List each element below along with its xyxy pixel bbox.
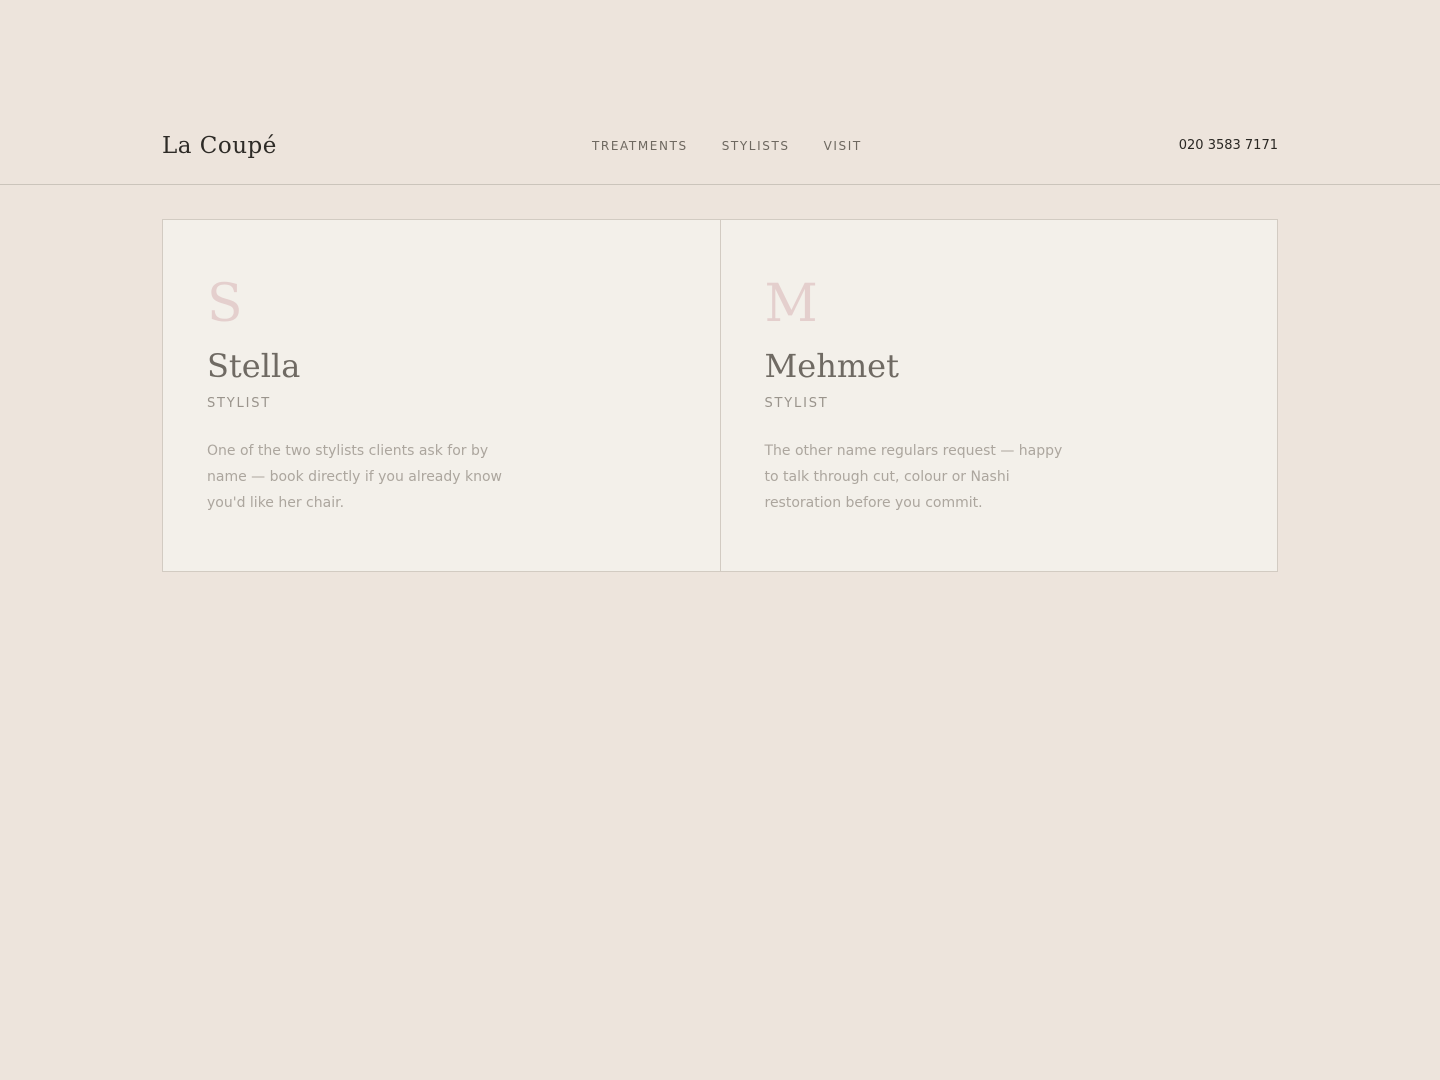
main-nav: TREATMENTS STYLISTS VISIT (592, 137, 862, 155)
stylist-card-stella: S Stella STYLIST One of the two stylists… (163, 220, 720, 571)
nav-link-stylists[interactable]: STYLISTS (722, 137, 790, 155)
stylist-initial: S (207, 274, 243, 334)
stylist-name: Stella (207, 347, 301, 385)
phone-number-link[interactable]: 020 3583 7171 (1179, 137, 1278, 155)
nav-link-visit[interactable]: VISIT (824, 137, 862, 155)
site-logo[interactable]: La Coupé (162, 128, 277, 164)
stylist-card-mehmet: M Mehmet STYLIST The other name regulars… (719, 220, 1278, 571)
stylist-role: STYLIST (764, 396, 829, 411)
stylist-bio: One of the two stylists clients ask for … (207, 443, 502, 511)
stylist-bio: The other name regulars request — happy … (764, 443, 1063, 511)
site-header: La Coupé TREATMENTS STYLISTS VISIT 020 3… (0, 0, 1440, 185)
stylist-role: STYLIST (207, 396, 272, 411)
stylist-name: Mehmet (764, 347, 899, 385)
stylists-section: S Stella STYLIST One of the two stylists… (162, 219, 1278, 572)
stylist-initial: M (764, 274, 818, 334)
nav-link-treatments[interactable]: TREATMENTS (592, 137, 688, 155)
